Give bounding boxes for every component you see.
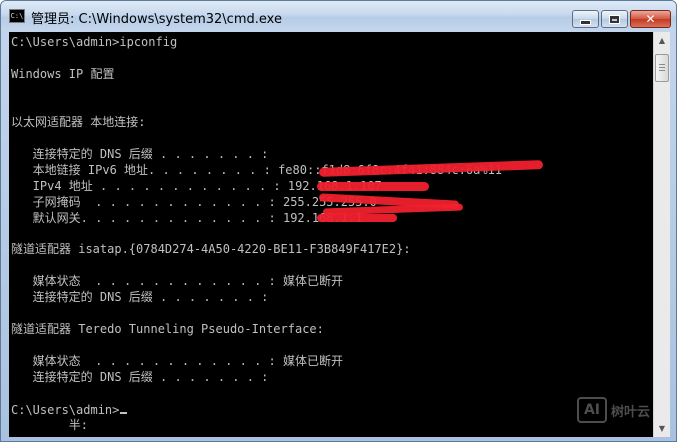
- scroll-down-icon[interactable]: ▼: [654, 420, 670, 437]
- redaction-mark: [317, 182, 429, 191]
- scroll-thumb[interactable]: [655, 54, 669, 82]
- minimize-button[interactable]: [572, 10, 599, 28]
- redaction-mark: [317, 214, 397, 222]
- close-button[interactable]: ✕: [630, 10, 671, 28]
- console-line: 隧道适配器 Teredo Tunneling Pseudo-Interface:: [11, 322, 324, 336]
- console-line: 隧道适配器 isatap.{0784D274-4A50-4220-BE11-F3…: [11, 242, 411, 256]
- text-cursor: [120, 412, 128, 414]
- minimize-icon: [580, 19, 591, 25]
- prompt-text: C:\Users\admin>: [11, 403, 120, 417]
- console-line: 连接特定的 DNS 后缀 . . . . . . . :: [11, 290, 269, 304]
- watermark: AI 树叶云: [577, 397, 650, 423]
- window-title: 管理员: C:\Windows\system32\cmd.exe: [31, 12, 282, 27]
- console-line: 以太网适配器 本地连接:: [11, 115, 146, 129]
- maximize-icon: [609, 14, 620, 24]
- cmd-window: C:\ 管理员: C:\Windows\system32\cmd.exe ✕ ▲…: [0, 0, 677, 442]
- title-bar[interactable]: C:\ 管理员: C:\Windows\system32\cmd.exe ✕: [1, 1, 676, 31]
- console-line: Windows IP 配置: [11, 67, 115, 81]
- watermark-text: 树叶云: [611, 404, 651, 420]
- scroll-up-icon[interactable]: ▲: [654, 32, 670, 49]
- console-line: 媒体状态 . . . . . . . . . . . . : 媒体已断开: [11, 274, 343, 288]
- console-line: 媒体状态 . . . . . . . . . . . . : 媒体已断开: [11, 354, 343, 368]
- console-line: 连接特定的 DNS 后缀 . . . . . . . :: [11, 147, 269, 161]
- cmd-app-icon[interactable]: C:\: [9, 9, 25, 23]
- console-line: 默认网关. . . . . . . . . . . . . : 192.168.…: [11, 211, 363, 225]
- console-line: C:\Users\admin>ipconfig: [11, 35, 178, 49]
- console-line: 半:: [11, 418, 89, 432]
- console-line: 连接特定的 DNS 后缀 . . . . . . . :: [11, 370, 269, 384]
- console-prompt: C:\Users\admin>: [11, 403, 128, 417]
- watermark-logo: AI: [577, 397, 607, 423]
- close-icon: ✕: [645, 12, 656, 26]
- maximize-button[interactable]: [601, 10, 628, 28]
- vertical-scrollbar[interactable]: ▲ ▼: [653, 32, 670, 437]
